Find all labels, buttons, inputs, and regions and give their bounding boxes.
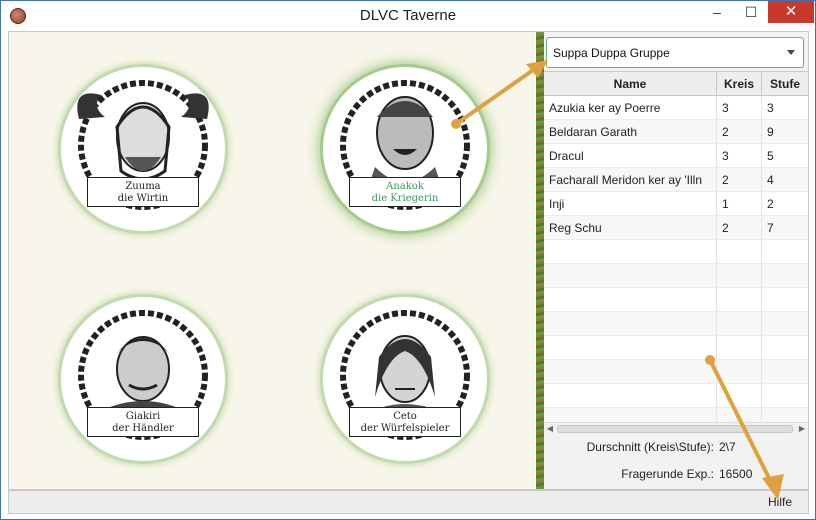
cell-stufe: 7 <box>767 221 774 235</box>
exp-label: Fragerunde Exp.: <box>621 467 714 481</box>
cell-kreis: 3 <box>717 96 762 120</box>
cell-stufe: 5 <box>767 149 774 163</box>
cell-kreis: 2 <box>717 120 762 144</box>
window-title: DLVC Taverne <box>359 7 457 24</box>
portrait-title: der Händler <box>112 423 174 434</box>
portrait-title: die Wirtin <box>117 193 169 204</box>
portrait-zuuma[interactable]: Zuuma die Wirtin <box>58 64 228 234</box>
app-window: DLVC Taverne – ☐ ✕ Zuuma die Wirtin Anak… <box>0 0 816 520</box>
horizontal-scrollbar[interactable]: ◀ ▶ <box>544 422 808 434</box>
cell-stufe: 4 <box>767 173 774 187</box>
cell-kreis: 2 <box>717 168 762 192</box>
close-button[interactable]: ✕ <box>768 1 814 23</box>
cell-name: Inji <box>544 192 717 216</box>
help-link[interactable]: Hilfe <box>768 495 792 509</box>
cell-kreis: 1 <box>717 192 762 216</box>
portrait-banner: Ceto der Würfelspieler <box>349 407 461 437</box>
portrait-name: Anakok <box>386 181 424 192</box>
average-value: 2\7 <box>719 440 736 454</box>
empty-row <box>544 240 808 264</box>
maximize-button[interactable]: ☐ <box>734 1 768 23</box>
cell-stufe: 3 <box>767 101 774 115</box>
cell-name: Dracul <box>544 144 717 168</box>
portrait-ceto[interactable]: Ceto der Würfelspieler <box>320 294 490 464</box>
table-row[interactable]: Reg Schu 2 7 <box>544 216 808 240</box>
table-header: Name Kreis Stufe <box>544 72 808 96</box>
portrait-name: Giakiri <box>125 411 161 422</box>
portrait-name: Ceto <box>393 411 417 422</box>
table-body: Azukia ker ay Poerre 3 3 Beldaran Garath… <box>544 96 808 422</box>
empty-row <box>544 288 808 312</box>
scroll-left-icon[interactable]: ◀ <box>544 423 556 435</box>
header-stufe[interactable]: Stufe <box>762 72 808 96</box>
empty-row <box>544 264 808 288</box>
table-row[interactable]: Beldaran Garath 2 9 <box>544 120 808 144</box>
header-name[interactable]: Name <box>544 72 717 96</box>
status-bar: Hilfe <box>8 490 809 514</box>
average-label: Durschnitt (Kreis\Stufe): <box>586 440 714 454</box>
table-row[interactable]: Azukia ker ay Poerre 3 3 <box>544 96 808 120</box>
portrait-banner: Anakok die Kriegerin <box>349 177 461 207</box>
title-bar: DLVC Taverne – ☐ ✕ <box>1 1 815 31</box>
empty-row <box>544 408 808 422</box>
cell-name: Beldaran Garath <box>544 120 717 144</box>
portrait-name: Zuuma <box>125 181 161 192</box>
empty-row <box>544 384 808 408</box>
table-row[interactable]: Facharall Meridon ker ay 'Illn 2 4 <box>544 168 808 192</box>
group-dropdown-value: Suppa Duppa Gruppe <box>553 46 670 60</box>
portrait-banner: Zuuma die Wirtin <box>87 177 199 207</box>
header-kreis[interactable]: Kreis <box>717 72 762 96</box>
scrollbar-thumb[interactable] <box>557 425 793 433</box>
empty-row <box>544 360 808 384</box>
chevron-down-icon <box>787 50 795 55</box>
portrait-title: die Kriegerin <box>371 193 439 204</box>
cell-kreis: 2 <box>717 216 762 240</box>
exp-value: 16500 <box>719 467 753 481</box>
main-content: Zuuma die Wirtin Anakok die Kriegerin Gi… <box>8 31 809 490</box>
portrait-title: der Würfelspieler <box>360 423 450 434</box>
members-table: Name Kreis Stufe Azukia ker ay Poerre 3 … <box>544 71 808 434</box>
table-row[interactable]: Dracul 3 5 <box>544 144 808 168</box>
portrait-giakiri[interactable]: Giakiri der Händler <box>58 294 228 464</box>
minimize-button[interactable]: – <box>700 1 734 23</box>
cell-kreis: 3 <box>717 144 762 168</box>
cell-name: Reg Schu <box>544 216 717 240</box>
portrait-area: Zuuma die Wirtin Anakok die Kriegerin Gi… <box>9 32 535 489</box>
cell-name: Facharall Meridon ker ay 'Illn <box>544 168 717 192</box>
table-row[interactable]: Inji 1 2 <box>544 192 808 216</box>
empty-row <box>544 312 808 336</box>
cell-name: Azukia ker ay Poerre <box>544 96 717 120</box>
vine-divider[interactable] <box>536 32 544 489</box>
cell-stufe: 2 <box>767 197 774 211</box>
empty-row <box>544 336 808 360</box>
portrait-anakok[interactable]: Anakok die Kriegerin <box>320 64 490 234</box>
group-panel: Suppa Duppa Gruppe Name Kreis Stufe Azuk… <box>544 32 808 489</box>
portrait-banner: Giakiri der Händler <box>87 407 199 437</box>
group-dropdown[interactable]: Suppa Duppa Gruppe <box>546 37 804 68</box>
scroll-right-icon[interactable]: ▶ <box>796 423 808 435</box>
cell-stufe: 9 <box>767 125 774 139</box>
